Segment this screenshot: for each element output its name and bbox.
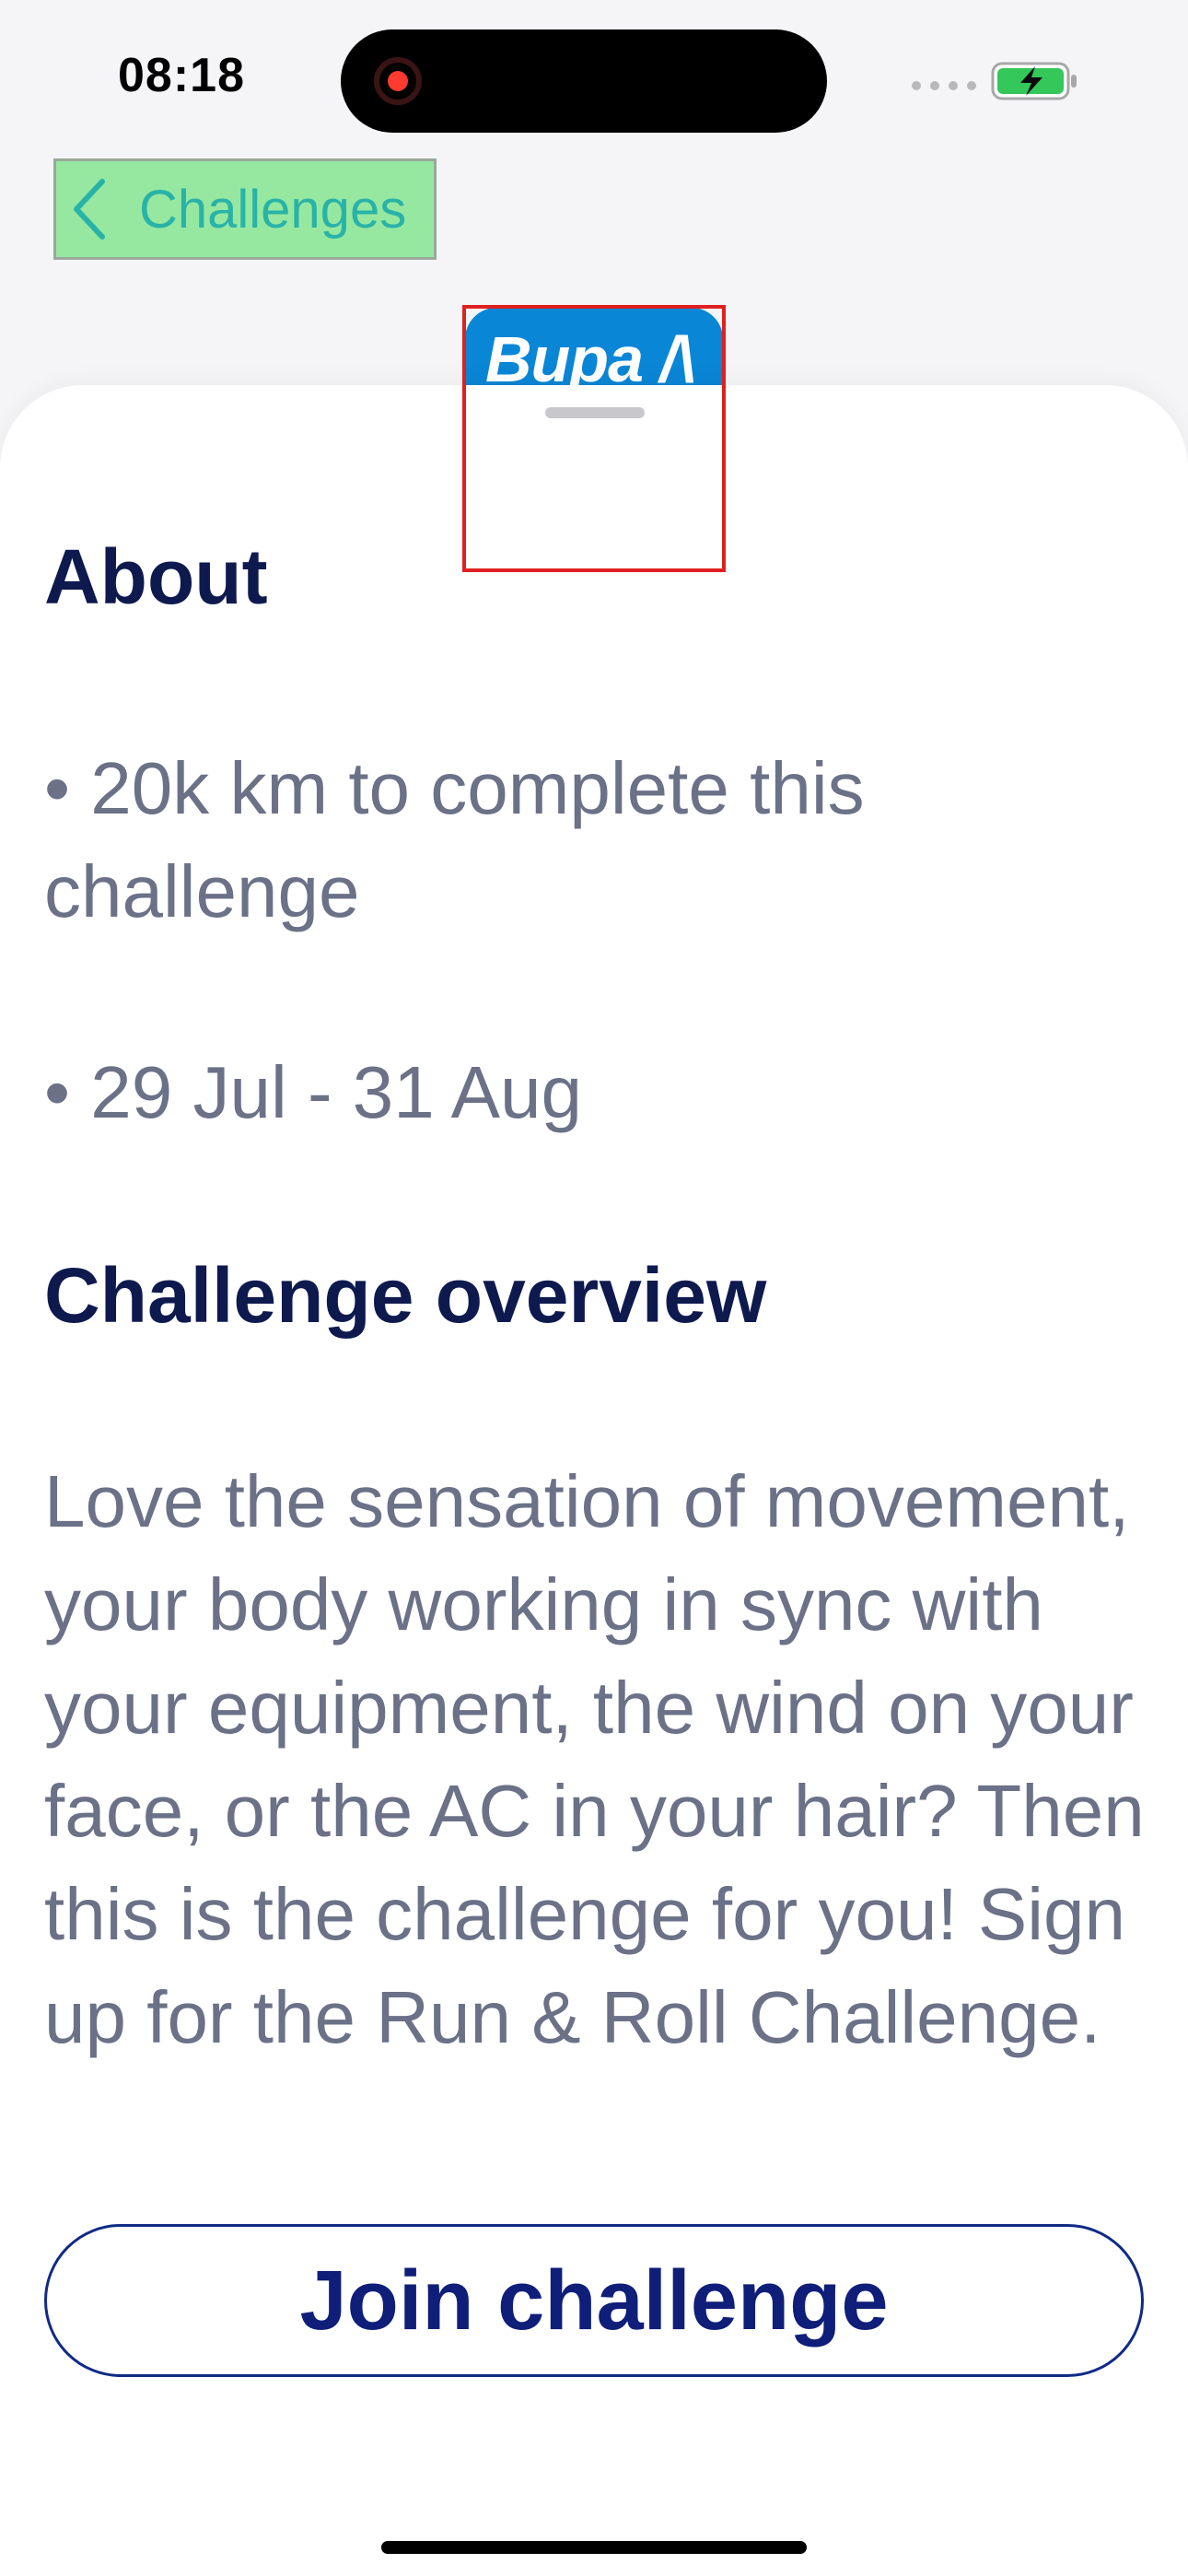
join-challenge-button[interactable]: Join challenge bbox=[44, 2224, 1144, 2377]
dynamic-island bbox=[341, 29, 827, 133]
battery-charging-icon bbox=[991, 62, 1077, 100]
back-button[interactable]: Challenges bbox=[53, 158, 437, 260]
home-indicator[interactable] bbox=[381, 2541, 807, 2554]
status-bar: 08:18 bbox=[0, 0, 1188, 147]
status-time: 08:18 bbox=[118, 49, 245, 102]
overview-text: Love the sensation of movement, your bod… bbox=[44, 1460, 1145, 2058]
distance-text: • 20k km to complete this challenge bbox=[44, 747, 865, 932]
sheet-grabber-handle[interactable] bbox=[545, 407, 645, 418]
back-button-label: Challenges bbox=[139, 179, 407, 240]
chevron-left-icon bbox=[74, 179, 105, 240]
dates-text: • 29 Jul - 31 Aug bbox=[44, 1051, 582, 1133]
recording-indicator-icon bbox=[374, 57, 422, 105]
overview-heading: Challenge overview bbox=[44, 1252, 767, 1339]
signal-icon bbox=[912, 81, 976, 90]
about-heading: About bbox=[44, 533, 268, 620]
